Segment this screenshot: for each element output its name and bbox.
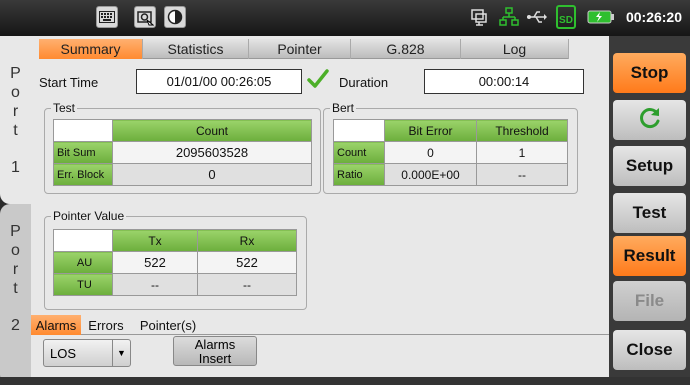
count-header: Count [112,119,312,142]
tu-tx-value: -- [112,273,198,296]
port-letter: r [12,261,19,278]
port-letter: t [13,280,18,297]
tab-log[interactable]: Log [461,39,569,59]
clock: 00:26:20 [625,9,682,25]
alarm-tab-bar: Alarms Errors Pointer(s) [31,315,609,335]
port-sidebar: P o r t 1 P o r t 2 [0,36,31,385]
start-time-label: Start Time [39,75,99,90]
bit-error-count: 0 [384,141,477,164]
pointer-value-group-title: Pointer Value [51,209,127,223]
contrast-icon[interactable] [164,6,186,28]
result-button[interactable]: Result [613,236,686,276]
threshold-ratio: -- [476,163,568,186]
bit-sum-value: 2095603528 [112,141,312,164]
row-label-ratio: Ratio [333,163,385,186]
refresh-button[interactable] [613,100,686,140]
tab-summary[interactable]: Summary [39,39,143,59]
bit-error-ratio: 0.000E+00 [384,163,477,186]
screenshot-icon[interactable] [134,6,156,28]
threshold-header: Threshold [476,119,568,142]
test-group: Test Count Bit Sum 2095603528 Err. Block… [44,101,321,194]
port-number: 2 [11,317,20,334]
pointer-value-table: Tx Rx AU 522 522 TU -- -- [53,229,297,296]
tab-alarms[interactable]: Alarms [31,315,81,335]
stop-button[interactable]: Stop [613,53,686,93]
status-bar: SD 00:26:20 [0,0,690,36]
err-block-value: 0 [112,163,312,186]
bert-group: Bert Bit Error Threshold Count 0 1 Ratio… [323,101,578,194]
table-corner [333,119,385,142]
test-group-title: Test [51,101,78,115]
row-label-tu: TU [53,273,113,296]
tab-errors[interactable]: Errors [81,315,131,335]
duration-value: 00:00:14 [424,69,584,94]
main-panel: Summary Statistics Pointer G.828 Log Sta… [31,36,609,385]
port-letter: o [11,242,20,259]
setup-button[interactable]: Setup [613,146,686,186]
start-time-value: 01/01/00 00:26:05 [136,69,302,94]
refresh-icon [637,105,663,136]
footer-strip [0,377,690,385]
row-label-count: Count [333,141,385,164]
tab-bar: Summary Statistics Pointer G.828 Log [39,39,569,59]
au-tx-value: 522 [112,251,198,274]
tab-g828[interactable]: G.828 [351,39,461,59]
pointer-value-group: Pointer Value Tx Rx AU 522 522 TU -- -- [44,209,307,310]
bert-group-title: Bert [330,101,357,115]
lan-icon [498,6,520,28]
tab-pointer[interactable]: Pointer [249,39,351,59]
tx-header: Tx [112,229,198,252]
au-rx-value: 522 [197,251,297,274]
port-tab-1[interactable]: P o r t 1 [0,36,31,204]
alarm-type-select[interactable]: LOS ▼ [43,339,131,367]
usb-icon [526,6,548,28]
check-icon [306,67,330,96]
port-tab-2[interactable]: P o r t 2 [0,204,31,385]
row-label-err-block: Err. Block [53,163,113,186]
close-button[interactable]: Close [613,330,686,370]
battery-icon [586,6,616,28]
screen: SD 00:26:20 P o r t 1 P o r t 2 Summary … [0,0,690,385]
keyboard-icon[interactable] [96,6,118,28]
test-table: Count Bit Sum 2095603528 Err. Block 0 [53,119,312,186]
port-letter: r [12,103,19,120]
table-corner [53,119,113,142]
port-letter: P [10,223,21,240]
table-corner [53,229,113,252]
port-letter: t [13,122,18,139]
row-label-au: AU [53,251,113,274]
rx-header: Rx [197,229,297,252]
sd-card-label: SD [559,14,573,26]
chevron-down-icon[interactable]: ▼ [112,340,130,366]
alarms-insert-line2: Insert [198,351,232,366]
tab-pointers[interactable]: Pointer(s) [131,315,205,335]
port-number: 1 [11,159,20,176]
port-letter: P [10,65,21,82]
network-monitor-icon [468,6,490,28]
tab-statistics[interactable]: Statistics [143,39,249,59]
port-letter: o [11,84,20,101]
file-button[interactable]: File [613,281,686,321]
threshold-count: 1 [476,141,568,164]
bit-error-header: Bit Error [384,119,477,142]
bert-table: Bit Error Threshold Count 0 1 Ratio 0.00… [333,119,568,186]
alarms-insert-line1: Alarms [194,337,236,352]
sd-card-icon: SD [556,5,576,29]
duration-label: Duration [339,75,389,90]
tu-rx-value: -- [197,273,297,296]
right-action-bar: Stop Setup Test Result File Close [609,36,690,385]
test-button[interactable]: Test [613,193,686,233]
row-label-bit-sum: Bit Sum [53,141,113,164]
alarm-type-value: LOS [50,345,77,361]
alarms-insert-button[interactable]: Alarms Insert [173,336,257,366]
